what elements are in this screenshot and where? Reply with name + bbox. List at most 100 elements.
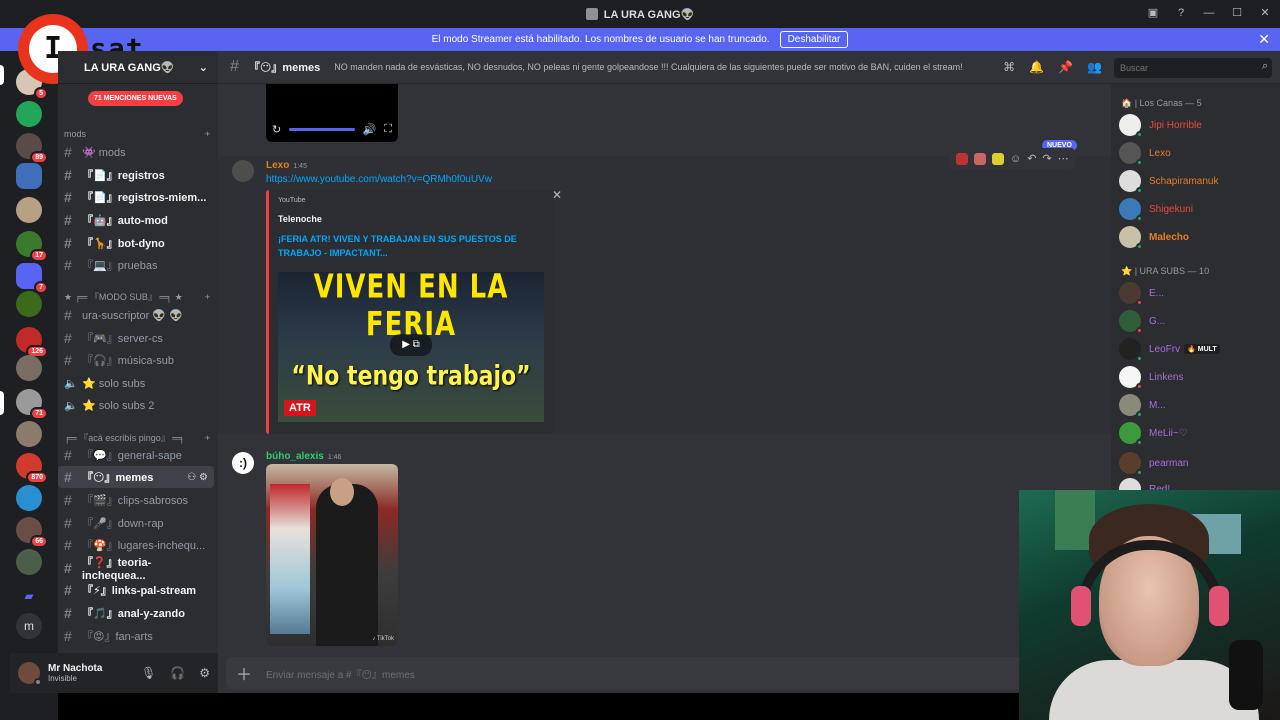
bell-icon[interactable]: 🔔 xyxy=(1029,60,1044,74)
close-icon[interactable]: ✕ xyxy=(1258,31,1270,48)
server-icon[interactable] xyxy=(16,549,42,575)
add-channel-icon[interactable]: + xyxy=(205,433,210,443)
close-window-icon[interactable]: ✕ xyxy=(1258,6,1272,20)
channel-auto-mod[interactable]: # 『🤖』auto-mod xyxy=(58,209,214,231)
pin-icon[interactable]: 📌 xyxy=(1058,60,1073,74)
server-icon[interactable]: 71 xyxy=(16,389,48,420)
channel-server-cs[interactable]: # 『🎮』server-cs xyxy=(58,327,214,349)
reaction-emoji-icon[interactable] xyxy=(974,152,986,165)
channel-ura-suscriptor[interactable]: # ura-suscriptor 👽 👽 xyxy=(58,304,214,326)
embed-thumbnail[interactable]: VIVEN EN LA FERIA ▶ ⧉ “No tengo trabajo”… xyxy=(278,272,544,422)
channel-pruebas[interactable]: # 『💻』pruebas xyxy=(58,254,214,276)
forward-icon[interactable]: ↷ xyxy=(1042,152,1051,165)
channel-down-rap[interactable]: # 『🎤』down-rap xyxy=(58,512,214,534)
channel-fan-arts[interactable]: # 『😡』fan-arts xyxy=(58,625,214,647)
member-item[interactable]: Malecho xyxy=(1119,225,1279,250)
server-icon[interactable] xyxy=(16,163,42,189)
close-icon[interactable]: ✕ xyxy=(552,188,562,202)
member-item[interactable]: E... xyxy=(1119,281,1279,306)
fullscreen-icon[interactable]: ⛶ xyxy=(384,123,392,136)
channel-registros[interactable]: # 『📄』registros xyxy=(58,164,214,186)
server-icon[interactable]: 89 xyxy=(16,133,48,164)
member-item[interactable]: MeLii~♡ xyxy=(1119,421,1279,446)
avatar[interactable] xyxy=(18,662,42,686)
channel-registros-miembros[interactable]: # 『📄』registros-miem... xyxy=(58,186,214,208)
message-author[interactable]: Lexo 1:45 xyxy=(266,160,307,171)
category-modo-sub[interactable]: ★ ╒═ 『MODO SUB』 ═╕ ★ + xyxy=(64,290,210,303)
server-icon[interactable]: 66 xyxy=(16,517,48,548)
member-item[interactable]: M... xyxy=(1119,393,1279,418)
embed-author[interactable]: Telenoche xyxy=(278,214,322,224)
channel-topic[interactable]: NO manden nada de esvásticas, NO desnudo… xyxy=(334,62,962,72)
member-item[interactable]: Shigekuni xyxy=(1119,197,1279,222)
server-icon[interactable]: 17 xyxy=(16,231,48,262)
help-icon[interactable]: ? xyxy=(1174,6,1188,20)
server-icon[interactable]: m xyxy=(16,613,42,639)
more-icon[interactable]: ⋯ xyxy=(1058,152,1069,165)
server-icon[interactable] xyxy=(16,291,42,317)
channel-memes[interactable]: # 『😶』memes ⚇ ⚙ xyxy=(58,466,214,488)
voice-channel-solo-subs[interactable]: 🔈 ⭐ solo subs xyxy=(58,372,214,394)
inbox-icon[interactable]: ▣ xyxy=(1146,6,1160,20)
server-header[interactable]: LA URA GANG👽 ⌄ xyxy=(58,51,218,84)
server-icon[interactable] xyxy=(16,197,42,223)
avatar[interactable] xyxy=(232,160,254,182)
add-channel-icon[interactable]: + xyxy=(205,292,210,302)
member-item[interactable]: Jipi Horrible xyxy=(1119,113,1279,138)
avatar[interactable]: :) xyxy=(232,452,254,474)
server-icon[interactable] xyxy=(16,421,42,447)
member-item[interactable]: Linkens xyxy=(1119,365,1279,390)
message-author[interactable]: búho_alexis 1:46 xyxy=(266,451,341,462)
message-link[interactable]: https://www.youtube.com/watch?v=QRMh0f0u… xyxy=(266,174,492,185)
headphones-icon[interactable]: 🎧 xyxy=(170,666,185,680)
channel-teoria-inchequeables[interactable]: # 『❓』teoria-inchequea... xyxy=(58,557,214,582)
maximize-icon[interactable]: ☐ xyxy=(1230,6,1244,20)
channel-mods[interactable]: # 👾 mods xyxy=(58,141,214,163)
member-item[interactable]: Schapiramanuk xyxy=(1119,169,1279,194)
message-input[interactable]: ＋ Enviar mensaje a #『😶』memes 🎁 ▤ xyxy=(226,657,1103,689)
server-icon[interactable]: 7 xyxy=(16,263,48,294)
replay-icon[interactable]: ↻ xyxy=(272,123,281,136)
add-channel-icon[interactable]: + xyxy=(205,129,210,139)
user-info[interactable]: Mr Nachota Invisible xyxy=(48,663,102,683)
message-image[interactable]: ♪ TikTok xyxy=(266,464,398,646)
server-icon[interactable]: 870 xyxy=(16,453,48,484)
invite-settings-icon[interactable]: ⚇ ⚙ xyxy=(187,472,208,483)
channel-general-sape[interactable]: # 『💬』general-sape xyxy=(58,444,214,466)
server-icon[interactable] xyxy=(16,485,42,511)
channel-clips-sabrosos[interactable]: # 『🎬』clips-sabrosos xyxy=(58,489,214,511)
channel-bot-dyno[interactable]: # 『🦒』bot-dyno xyxy=(58,232,214,254)
voice-channel-solo-subs-2[interactable]: 🔈 ⭐ solo subs 2 xyxy=(58,394,214,416)
member-item[interactable]: Lexo xyxy=(1119,141,1279,166)
video-player[interactable]: ↻ 🔊 ⛶ xyxy=(266,84,398,142)
server-icon[interactable] xyxy=(16,101,42,127)
plus-icon[interactable]: ＋ xyxy=(236,661,252,685)
server-icon[interactable]: 126 xyxy=(16,327,48,358)
member-item[interactable]: LeoFrv 🔥 MULT xyxy=(1119,337,1279,362)
microphone-icon[interactable]: 🎙 xyxy=(141,666,156,680)
channel-lugares-inchequeables[interactable]: # 『🍄』lugares-inchequ... xyxy=(58,534,214,556)
gear-icon[interactable]: ⚙ xyxy=(199,666,210,680)
play-icon[interactable]: ▶ ⧉ xyxy=(390,334,432,356)
new-mentions-pill[interactable]: 71 MENCIONES NUEVAS xyxy=(88,91,183,106)
channel-links-pal-stream[interactable]: # 『⚡』links-pal-stream xyxy=(58,579,214,601)
server-icon[interactable] xyxy=(16,355,42,381)
minimize-icon[interactable]: — xyxy=(1202,6,1216,20)
embed-title[interactable]: ¡FERIA ATR! VIVEN Y TRABAJAN EN SUS PUES… xyxy=(278,232,548,260)
reaction-emoji-icon[interactable] xyxy=(956,152,968,165)
disable-streamer-button[interactable]: Deshabilitar xyxy=(779,31,849,48)
category-aca-escribis[interactable]: ╒═ 『acá escribís pingo』 ═╕ + xyxy=(64,431,210,444)
channel-anal-y-zando[interactable]: # 『🎵』anal-y-zando xyxy=(58,602,214,624)
member-item[interactable]: pearman xyxy=(1119,451,1279,476)
members-icon[interactable]: 👥 xyxy=(1087,60,1102,74)
folder-icon[interactable]: ▰ xyxy=(16,583,42,609)
add-reaction-icon[interactable]: ☺ xyxy=(1010,153,1021,165)
volume-slider[interactable] xyxy=(289,128,355,131)
reply-icon[interactable]: ↶ xyxy=(1027,152,1036,165)
channel-musica-sub[interactable]: # 『🎧』música-sub xyxy=(58,349,214,371)
member-item[interactable]: G... xyxy=(1119,309,1279,334)
threads-icon[interactable]: ⌘ xyxy=(1003,60,1015,74)
category-mods[interactable]: mods + xyxy=(64,129,210,139)
volume-icon[interactable]: 🔊 xyxy=(363,123,377,136)
search-input[interactable] xyxy=(1114,58,1272,78)
